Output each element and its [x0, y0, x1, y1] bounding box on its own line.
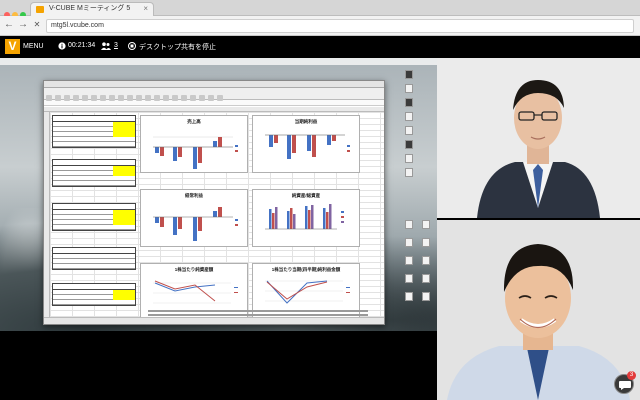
share-area-letterbox: [0, 331, 437, 400]
desktop-file-icon: [422, 238, 430, 247]
info-icon[interactable]: [58, 42, 66, 50]
elapsed-time: 00:21:34: [68, 42, 96, 49]
desktop-file-icon: [422, 256, 430, 265]
favicon-icon: [36, 6, 44, 13]
participant-1-image: [437, 58, 640, 218]
participant-video-1[interactable]: [437, 58, 640, 218]
desktop-icons-column: [397, 70, 437, 182]
desktop-file-icon: [405, 98, 413, 107]
chart-sales[interactable]: 売上高: [140, 115, 248, 173]
spreadsheet-toolbar: [44, 88, 384, 101]
desktop-file-icon: [422, 220, 430, 229]
back-button[interactable]: ←: [3, 19, 15, 30]
data-table: [52, 159, 136, 187]
stop-desktop-share-button[interactable]: デスクトップ共有を停止: [139, 42, 216, 52]
menu-button[interactable]: MENU: [23, 43, 44, 50]
vcube-logo[interactable]: V: [5, 39, 20, 54]
desktop-file-icon: [405, 274, 413, 283]
data-table: [52, 283, 136, 306]
spreadsheet-titlebar[interactable]: [44, 81, 384, 88]
sheet-tabs[interactable]: [44, 317, 384, 324]
desktop-file-icon: [422, 274, 430, 283]
browser-tab[interactable]: V-CUBE Mミーティング 5 ×: [30, 2, 154, 16]
desktop-file-icon: [405, 126, 413, 135]
desktop-file-icon: [405, 256, 413, 265]
participant-video-2[interactable]: [437, 220, 640, 400]
spreadsheet-window[interactable]: 売上高 当期純利益 経常利益 純資産/総資産 1株当たり純資産額 1株当たり当期…: [43, 80, 385, 325]
chart-plot: [265, 134, 350, 159]
desktop-file-icon: [405, 140, 413, 149]
chart-equity-ratio[interactable]: 純資産/総資産: [252, 189, 360, 247]
stop-button[interactable]: ✕: [31, 20, 43, 29]
shared-desktop-view[interactable]: 売上高 当期純利益 経常利益 純資産/総資産 1株当たり純資産額 1株当たり当期…: [0, 58, 437, 331]
participant-2-image: [437, 220, 640, 400]
desktop-file-icon: [405, 84, 413, 93]
sheet-note-line: [148, 314, 368, 316]
chart-net-income[interactable]: 当期純利益: [252, 115, 360, 173]
desktop-file-icon: [405, 112, 413, 121]
chart-bps[interactable]: 1株当たり純資産額: [140, 263, 248, 321]
participants-icon[interactable]: [101, 42, 111, 50]
data-table: [52, 115, 136, 148]
chart-eps[interactable]: 1株当たり当期(四半期)純利益金額: [252, 263, 360, 321]
chart-plot: [153, 136, 238, 169]
desktop-menubar: [0, 58, 437, 65]
tab-title: V-CUBE Mミーティング 5: [49, 5, 131, 12]
browser-tab-bar: V-CUBE Mミーティング 5 ×: [0, 0, 640, 18]
desktop-file-icon: [422, 292, 430, 301]
desktop-file-icon: [405, 220, 413, 229]
tab-close-button[interactable]: ×: [143, 3, 148, 15]
data-table: [52, 247, 136, 270]
address-bar[interactable]: mtg5l.vcube.com: [46, 19, 634, 33]
stop-share-icon[interactable]: [128, 42, 136, 50]
chart-plot: [153, 207, 238, 241]
chart-ordinary-income[interactable]: 経常利益: [140, 189, 248, 247]
desktop-file-icon: [405, 70, 413, 79]
desktop-file-icon: [405, 292, 413, 301]
sheet-note-line: [148, 310, 368, 312]
participant-count[interactable]: 3: [114, 42, 118, 49]
data-table: [52, 203, 136, 231]
chat-unread-badge: 3: [627, 371, 636, 380]
spreadsheet-grid[interactable]: 売上高 当期純利益 経常利益 純資産/総資産 1株当たり純資産額 1株当たり当期…: [44, 107, 384, 324]
forward-button[interactable]: →: [17, 19, 29, 30]
desktop-file-icon: [405, 238, 413, 247]
browser-toolbar: ← → ✕ mtg5l.vcube.com: [0, 16, 640, 36]
desktop-file-icon: [405, 168, 413, 177]
chart-plot: [265, 204, 344, 230]
desktop-file-icon: [405, 154, 413, 163]
